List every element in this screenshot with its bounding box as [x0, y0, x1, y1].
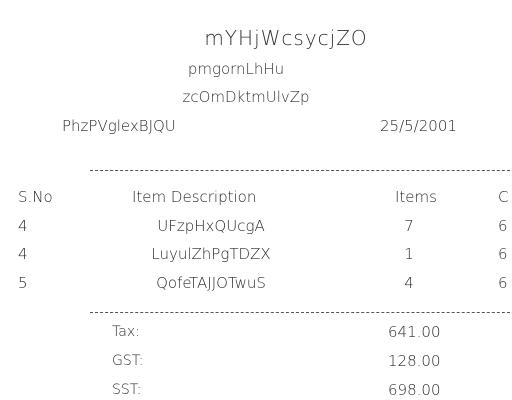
row-3-items: 4: [404, 274, 414, 292]
gst-value: 128.00: [388, 352, 441, 370]
tax-label: Tax:: [112, 324, 140, 340]
store-name: mYHjWcsycjZO: [204, 26, 368, 50]
address-line-1: pmgornLhHu: [187, 60, 285, 78]
header-cost: C: [498, 188, 509, 206]
gst-label: GST:: [112, 353, 144, 369]
sst-value: 698.00: [388, 381, 441, 399]
divider-bottom: [90, 312, 512, 313]
row-1-cost: 6: [498, 217, 508, 235]
row-1-items: 7: [404, 217, 414, 235]
tax-value: 641.00: [388, 323, 441, 341]
receipt-date: 25/5/2001: [380, 117, 457, 135]
header-item-description: Item Description: [132, 188, 257, 206]
divider-top: [90, 170, 512, 171]
cashier-name: PhzPVglexBJQU: [62, 117, 176, 135]
row-3-cost: 6: [498, 274, 508, 292]
row-2-items: 1: [404, 245, 414, 263]
row-2-cost: 6: [498, 245, 508, 263]
header-serial-no: S.No: [18, 188, 53, 206]
receipt: mYHjWcsycjZO pmgornLhHu zcOmDktmUlvZp Ph…: [0, 0, 512, 400]
sst-label: SST:: [112, 382, 142, 398]
address-line-2: zcOmDktmUlvZp: [182, 88, 310, 106]
header-items: Items: [395, 188, 437, 206]
